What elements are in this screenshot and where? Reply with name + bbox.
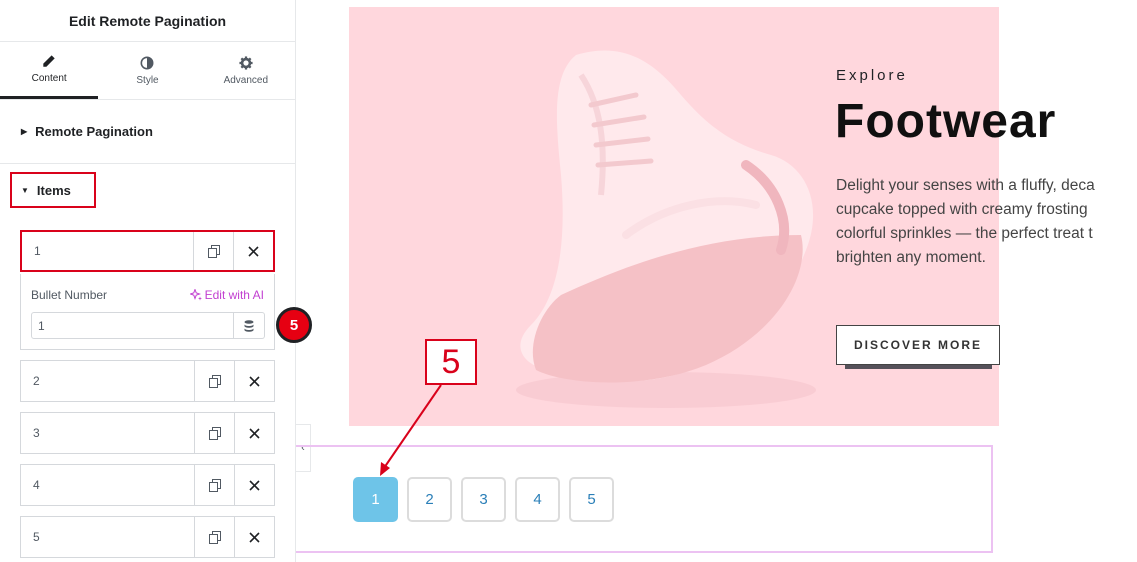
repeater-item-title: 4 [33, 478, 40, 492]
repeater-item-2[interactable]: 2 [20, 360, 275, 402]
panel-title: Edit Remote Pagination [0, 0, 295, 42]
page-button-3[interactable]: 3 [461, 477, 506, 522]
remove-button[interactable] [234, 517, 274, 557]
copy-icon [208, 530, 221, 544]
root: Edit Remote Pagination Content Style Adv… [0, 0, 1137, 562]
bullet-number-input[interactable] [31, 312, 234, 339]
section-remote-label: Remote Pagination [35, 124, 153, 139]
caret-right-icon: ▶ [21, 127, 28, 136]
repeater-item-title: 1 [34, 244, 41, 258]
database-icon [244, 319, 254, 332]
sneaker-image [516, 50, 816, 408]
remove-button[interactable] [234, 465, 274, 505]
repeater-item-5[interactable]: 5 [20, 516, 275, 558]
step-badge: 5 [276, 307, 312, 343]
duplicate-button[interactable] [193, 232, 233, 270]
repeater-item-4[interactable]: 4 [20, 464, 275, 506]
items-label: Items [36, 182, 71, 198]
page-button-2[interactable]: 2 [407, 477, 452, 522]
tab-advanced[interactable]: Advanced [197, 42, 295, 99]
panel-tabs: Content Style Advanced [0, 42, 295, 100]
caret-down-icon: ▼ [21, 185, 29, 195]
page-button-4[interactable]: 4 [515, 477, 560, 522]
items-toggle[interactable]: ▼ Items [10, 172, 96, 208]
copy-icon [207, 244, 220, 258]
tab-content[interactable]: Content [0, 42, 99, 99]
dynamic-tags-button[interactable] [234, 312, 265, 339]
remove-button[interactable] [234, 361, 274, 401]
discover-more-button[interactable]: DISCOVER MORE [836, 325, 1000, 365]
close-icon [248, 245, 259, 257]
tab-style[interactable]: Style [98, 42, 196, 99]
copy-icon [208, 478, 221, 492]
hero-eyebrow: Explore [836, 67, 908, 84]
page-button-5[interactable]: 5 [569, 477, 614, 522]
sparkle-icon [189, 289, 202, 301]
hero-description: Delight your senses with a fluffy, deca … [836, 177, 1095, 266]
pagination-widget [296, 445, 993, 553]
duplicate-button[interactable] [194, 413, 234, 453]
page-button-1[interactable]: 1 [353, 477, 398, 522]
repeater-item-title: 5 [33, 530, 40, 544]
tab-content-label: Content [31, 73, 67, 84]
annotation-label: 5 [425, 339, 477, 385]
duplicate-button[interactable] [194, 465, 234, 505]
bullet-number-label: Bullet Number [31, 288, 108, 302]
repeater-item-title: 3 [33, 426, 40, 440]
close-icon [249, 427, 260, 439]
edit-with-ai-button[interactable]: Edit with AI [189, 288, 264, 302]
copy-icon [208, 374, 221, 388]
close-icon [249, 375, 260, 387]
duplicate-button[interactable] [194, 361, 234, 401]
remove-button[interactable] [234, 413, 274, 453]
copy-icon [208, 426, 221, 440]
repeater-item-3[interactable]: 3 [20, 412, 275, 454]
pencil-icon [43, 55, 55, 67]
gear-icon [239, 55, 253, 70]
half-circle-icon [141, 56, 154, 69]
close-icon [249, 479, 260, 491]
tab-advanced-label: Advanced [223, 74, 269, 86]
edit-with-ai-label: Edit with AI [204, 288, 264, 302]
repeater-item-1[interactable]: 1 [20, 230, 275, 272]
repeater-item-title: 2 [33, 374, 40, 388]
section-items: ▼ Items [0, 164, 295, 228]
hero-title: Footwear [835, 95, 1057, 148]
repeater-item-1-body: Bullet Number Edit with AI [20, 274, 275, 350]
tab-style-label: Style [136, 74, 159, 86]
close-icon [249, 531, 260, 543]
duplicate-button[interactable] [194, 517, 234, 557]
remove-button[interactable] [233, 232, 273, 270]
section-remote-pagination[interactable]: ▶ Remote Pagination [0, 100, 295, 164]
